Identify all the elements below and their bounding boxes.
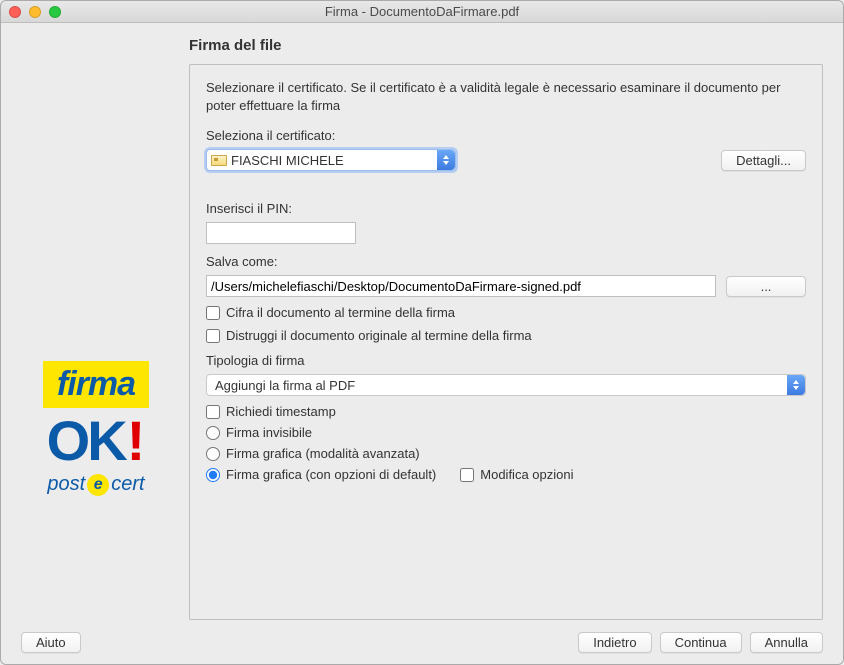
certificate-label: Seleziona il certificato: [206,128,806,143]
page-title: Firma del file [189,37,823,54]
radio-advanced-label: Firma grafica (modalità avanzata) [226,446,420,461]
back-button[interactable]: Indietro [578,632,651,653]
modify-options-label: Modifica opzioni [480,467,573,482]
window-title: Firma - DocumentoDaFirmare.pdf [1,4,843,19]
sidebar: firma OK ! post e cert [21,37,171,620]
logo-text-firma: firma [43,361,149,408]
radio-default-label: Firma grafica (con opzioni di default) [226,467,436,482]
logo-e-icon: e [87,474,109,496]
footer: Aiuto Indietro Continua Annulla [1,620,843,664]
encrypt-checkbox[interactable] [206,306,220,320]
timestamp-label: Richiedi timestamp [226,404,336,419]
timestamp-checkbox[interactable] [206,405,220,419]
browse-button[interactable]: ... [726,276,806,297]
logo-exclaim-icon: ! [127,408,146,473]
form-panel: Selezionare il certificato. Se il certif… [189,64,823,620]
logo-firmaok: firma OK ! post e cert [43,361,149,496]
logo-text-cert: cert [111,473,144,496]
certificate-select[interactable]: FIASCHI MICHELE [206,149,456,171]
logo-text-ok: OK [47,408,125,473]
dropdown-toggle-icon[interactable] [437,150,455,170]
logo-text-post: post [47,473,85,496]
radio-default[interactable] [206,468,220,482]
saveas-label: Salva come: [206,254,806,269]
signature-type-select[interactable]: Aggiungi la firma al PDF [206,374,806,396]
certificate-selected-text: FIASCHI MICHELE [227,153,344,168]
modify-options-checkbox[interactable] [460,468,474,482]
titlebar: Firma - DocumentoDaFirmare.pdf [1,1,843,23]
minimize-window-button[interactable] [29,6,41,18]
window-controls [9,6,61,18]
help-button[interactable]: Aiuto [21,632,81,653]
saveas-path-input[interactable] [206,275,716,297]
dropdown-toggle-icon[interactable] [787,375,805,395]
instruction-text: Selezionare il certificato. Se il certif… [206,79,806,114]
encrypt-label: Cifra il documento al termine della firm… [226,305,455,320]
logo-postecert: post e cert [47,473,144,496]
radio-invisible[interactable] [206,426,220,440]
details-button[interactable]: Dettagli... [721,150,806,171]
pin-label: Inserisci il PIN: [206,201,806,216]
destroy-checkbox[interactable] [206,329,220,343]
signature-type-label: Tipologia di firma [206,353,806,368]
certificate-card-icon [211,154,227,166]
continue-button[interactable]: Continua [660,632,742,653]
radio-invisible-label: Firma invisibile [226,425,312,440]
pin-input[interactable] [206,222,356,244]
maximize-window-button[interactable] [49,6,61,18]
signature-type-selected-text: Aggiungi la firma al PDF [207,378,355,393]
cancel-button[interactable]: Annulla [750,632,823,653]
radio-advanced[interactable] [206,447,220,461]
close-window-button[interactable] [9,6,21,18]
destroy-label: Distruggi il documento originale al term… [226,328,532,343]
